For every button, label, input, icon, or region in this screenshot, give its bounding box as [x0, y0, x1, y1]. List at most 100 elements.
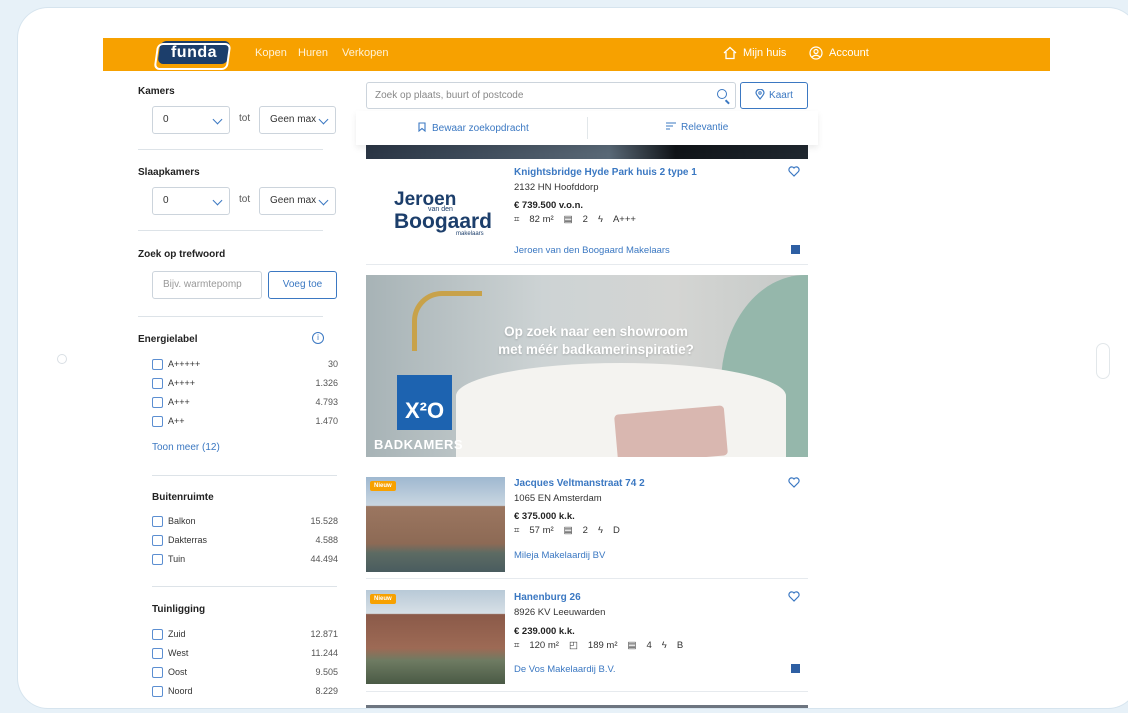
next-listing-edge: [366, 705, 808, 708]
energielabel-option[interactable]: A++ 1.470: [152, 415, 338, 429]
search-icon[interactable]: [717, 89, 727, 99]
kamers-max-select[interactable]: Geen max: [259, 106, 336, 134]
bed-icon: ▤: [563, 525, 573, 536]
sort-relevance-button[interactable]: Relevantie: [666, 122, 728, 133]
account-link[interactable]: Account: [809, 46, 869, 60]
slaapkamers-tot-label: tot: [239, 194, 251, 205]
bookmark-icon: [418, 122, 426, 133]
trefwoord-title: Zoek op trefwoord: [138, 249, 226, 260]
listing-area: 82 m²: [529, 214, 554, 225]
listing-rooms: 2: [582, 214, 588, 225]
listing-photo[interactable]: Nieuw: [366, 477, 505, 572]
checkbox[interactable]: [152, 648, 163, 659]
listing-title[interactable]: Hanenburg 26: [514, 592, 581, 603]
kaart-button[interactable]: Kaart: [740, 82, 808, 109]
area-icon: ⌗: [514, 525, 520, 536]
energielabel-option[interactable]: A+++++ 30: [152, 358, 338, 372]
buitenruimte-option[interactable]: Balkon 15.528: [152, 515, 338, 529]
x2o-brand-sub: BADKAMERS: [374, 437, 463, 452]
tablet-camera: [57, 354, 67, 364]
nav-verkopen[interactable]: Verkopen: [342, 47, 388, 59]
listing-area: 57 m²: [529, 525, 554, 536]
buitenruimte-option[interactable]: Dakterras 4.588: [152, 534, 338, 548]
heart-icon[interactable]: [788, 166, 800, 177]
listing-card[interactable]: Nieuw Jacques Veltmanstraat 74 2 1065 EN…: [366, 467, 808, 579]
heart-icon[interactable]: [788, 477, 800, 488]
kamers-tot-label: tot: [239, 113, 251, 124]
listing-features: ⌗ 82 m² ▤ 2 ϟ A+++: [514, 214, 636, 225]
slaapkamers-title: Slaapkamers: [138, 167, 200, 178]
listing-price: € 239.000 k.k.: [514, 626, 575, 637]
energy-icon: ϟ: [597, 214, 603, 225]
listing-address: 8926 KV Leeuwarden: [514, 607, 606, 618]
slaapkamers-max-select[interactable]: Geen max: [259, 187, 336, 215]
voeg-toe-button[interactable]: Voeg toe: [268, 271, 337, 299]
chevron-down-icon: [318, 114, 329, 125]
checkbox[interactable]: [152, 516, 163, 527]
nav-huren[interactable]: Huren: [298, 47, 328, 59]
kamers-title: Kamers: [138, 86, 175, 97]
area-icon: ⌗: [514, 214, 520, 225]
toon-meer-link[interactable]: Toon meer (12): [152, 442, 220, 453]
tuinligging-option[interactable]: West 11.244: [152, 647, 338, 661]
listing-agent[interactable]: Jeroen van den Boogaard Makelaars: [514, 245, 670, 256]
divider: [152, 475, 337, 476]
energielabel-title: Energielabel: [138, 334, 198, 345]
map-pin-icon: [755, 88, 765, 100]
listing-plot: 189 m²: [587, 640, 618, 651]
listing-agent[interactable]: De Vos Makelaardij B.V.: [514, 664, 616, 675]
listing-photo[interactable]: Nieuw: [366, 590, 505, 684]
checkbox[interactable]: [152, 535, 163, 546]
area-icon: ⌗: [514, 640, 520, 651]
nieuw-badge: Nieuw: [370, 481, 396, 491]
funda-logo[interactable]: funda: [157, 41, 231, 64]
tuinligging-option[interactable]: Zuid 12.871: [152, 628, 338, 642]
listing-rooms: 4: [646, 640, 652, 651]
kamers-min-select[interactable]: 0: [152, 106, 230, 134]
nav-kopen[interactable]: Kopen: [255, 47, 287, 59]
info-icon[interactable]: i: [312, 332, 324, 344]
towel-graphic: [614, 405, 728, 457]
listing-agent[interactable]: Mileja Makelaardij BV: [514, 550, 605, 561]
results-column: Zoek op plaats, buurt of postcode Kaart …: [356, 73, 818, 705]
checkbox[interactable]: [152, 359, 163, 370]
sort-icon: [666, 122, 676, 130]
listing-card[interactable]: Jeroen van den Boogaard makelaars Knight…: [366, 135, 808, 265]
listing-title[interactable]: Jacques Veltmanstraat 74 2: [514, 478, 645, 489]
energielabel-option[interactable]: A++++ 1.326: [152, 377, 338, 391]
divider: [138, 316, 323, 317]
chevron-down-icon: [212, 114, 223, 125]
energielabel-option[interactable]: A+++ 4.793: [152, 396, 338, 410]
listing-card[interactable]: Nieuw Hanenburg 26 8926 KV Leeuwarden € …: [366, 580, 808, 692]
energy-icon: ϟ: [661, 640, 667, 651]
save-search-button[interactable]: Bewaar zoekopdracht: [418, 122, 529, 134]
listing-title[interactable]: Knightsbridge Hyde Park huis 2 type 1: [514, 167, 697, 178]
heart-icon[interactable]: [788, 591, 800, 602]
listing-features: ⌗ 120 m² ◰ 189 m² ▤ 4 ϟB: [514, 640, 683, 651]
checkbox[interactable]: [152, 378, 163, 389]
mijn-huis-label: Mijn huis: [743, 47, 787, 59]
tuinligging-option[interactable]: Noord 8.229: [152, 685, 338, 699]
checkbox[interactable]: [152, 416, 163, 427]
listing-energy-label: B: [676, 640, 684, 651]
x2o-banner-ad[interactable]: Op zoek naar een showroom met méér badka…: [366, 275, 808, 457]
buitenruimte-option[interactable]: Tuin 44.494: [152, 553, 338, 567]
listing-energy-label: D: [612, 525, 620, 536]
listing-price: € 375.000 k.k.: [514, 511, 575, 522]
listing-features: ⌗ 57 m² ▤ 2 ϟD: [514, 525, 620, 536]
listing-energy-label: A+++: [612, 214, 636, 225]
banner-headline: Op zoek naar een showroom met méér badka…: [498, 324, 694, 357]
slaapkamers-min-select[interactable]: 0: [152, 187, 230, 215]
checkbox[interactable]: [152, 629, 163, 640]
checkbox[interactable]: [152, 686, 163, 697]
trefwoord-input[interactable]: Bijv. warmtepomp: [152, 271, 262, 299]
search-input[interactable]: Zoek op plaats, buurt of postcode: [366, 82, 736, 109]
checkbox[interactable]: [152, 397, 163, 408]
divider: [587, 117, 588, 139]
checkbox[interactable]: [152, 667, 163, 678]
x2o-logo: X²O: [397, 375, 452, 430]
checkbox[interactable]: [152, 554, 163, 565]
mijn-huis-link[interactable]: Mijn huis: [723, 46, 786, 60]
top-navbar: funda Kopen Huren Verkopen Mijn huis Acc…: [103, 38, 1050, 71]
tuinligging-option[interactable]: Oost 9.505: [152, 666, 338, 680]
